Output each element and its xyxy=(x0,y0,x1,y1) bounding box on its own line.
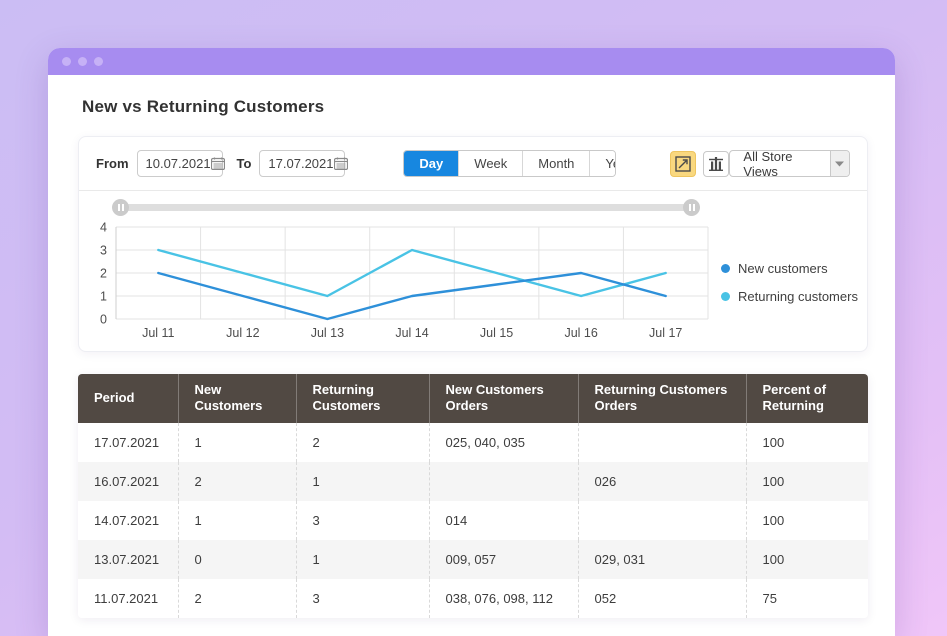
table-cell: 014 xyxy=(429,501,578,540)
table-row: 17.07.202112025, 040, 035 100 xyxy=(78,423,868,462)
to-label: To xyxy=(237,156,252,171)
period-button-year[interactable]: Year xyxy=(589,151,616,176)
table-cell: 14.07.2021 xyxy=(78,501,178,540)
from-date-input[interactable]: 10.07.2021 xyxy=(137,150,223,177)
svg-text:Jul 14: Jul 14 xyxy=(395,326,428,340)
period-button-month[interactable]: Month xyxy=(522,151,589,176)
window-dot xyxy=(62,57,71,66)
legend-item: Returning customers xyxy=(721,289,858,304)
svg-text:Jul 13: Jul 13 xyxy=(311,326,344,340)
table-cell xyxy=(429,462,578,501)
table-cell: 052 xyxy=(578,579,746,618)
svg-text:Jul 15: Jul 15 xyxy=(480,326,513,340)
to-date-input[interactable]: 17.07.2021 xyxy=(259,150,345,177)
svg-text:4: 4 xyxy=(100,221,107,235)
page-title: New vs Returning Customers xyxy=(82,97,895,117)
app-window: New vs Returning Customers From 10.07.20… xyxy=(48,48,895,636)
column-header: Percent of Returning xyxy=(746,374,868,423)
chart-legend: New customers Returning customers xyxy=(721,219,858,341)
table-row: 13.07.202101009, 057029, 031100 xyxy=(78,540,868,579)
svg-text:Jul 16: Jul 16 xyxy=(564,326,597,340)
table-cell: 100 xyxy=(746,462,868,501)
table-row: 16.07.202121 026100 xyxy=(78,462,868,501)
table-cell: 100 xyxy=(746,423,868,462)
period-button-day[interactable]: Day xyxy=(404,151,458,176)
calendar-icon[interactable] xyxy=(211,157,225,170)
chart-range-slider[interactable] xyxy=(114,204,698,211)
bar-chart-button[interactable] xyxy=(703,151,729,177)
period-button-week[interactable]: Week xyxy=(458,151,522,176)
table-cell: 11.07.2021 xyxy=(78,579,178,618)
legend-dot-icon xyxy=(721,292,730,301)
table-cell: 16.07.2021 xyxy=(78,462,178,501)
legend-dot-icon xyxy=(721,264,730,273)
line-chart-icon xyxy=(675,156,691,172)
table-cell xyxy=(578,501,746,540)
from-label: From xyxy=(96,156,129,171)
filter-toolbar: From 10.07.2021 To 17.07.2021 DayWeekMon… xyxy=(79,137,867,191)
table-cell: 1 xyxy=(296,462,429,501)
table-cell xyxy=(578,423,746,462)
table-cell: 1 xyxy=(178,501,296,540)
slider-handle-left[interactable] xyxy=(112,199,129,216)
window-dot xyxy=(78,57,87,66)
chart-type-switcher xyxy=(670,151,729,177)
table-cell: 2 xyxy=(178,579,296,618)
table-cell: 0 xyxy=(178,540,296,579)
store-views-value: All Store Views xyxy=(730,151,829,176)
window-dot xyxy=(94,57,103,66)
table-cell: 75 xyxy=(746,579,868,618)
line-chart: 0 1 2 3 4 Jul 11 Jul 12 Jul 13 Jul 14 Jul 15 Jul 1… xyxy=(94,219,711,341)
table-cell: 026 xyxy=(578,462,746,501)
table-cell: 2 xyxy=(178,462,296,501)
svg-text:3: 3 xyxy=(100,244,107,258)
svg-text:Jul 11: Jul 11 xyxy=(142,326,174,340)
calendar-icon[interactable] xyxy=(334,157,348,170)
column-header: New Customers xyxy=(178,374,296,423)
svg-text:0: 0 xyxy=(100,313,107,327)
period-segmented-control: DayWeekMonthYear xyxy=(403,150,616,177)
legend-label: Returning customers xyxy=(738,289,858,304)
customers-report-table: PeriodNew CustomersReturning CustomersNe… xyxy=(78,374,868,618)
svg-text:2: 2 xyxy=(100,267,107,281)
from-date-value: 10.07.2021 xyxy=(146,156,211,171)
report-table-card: PeriodNew CustomersReturning CustomersNe… xyxy=(78,374,868,618)
column-header: Period xyxy=(78,374,178,423)
column-header: Returning Customers xyxy=(296,374,429,423)
line-chart-button[interactable] xyxy=(670,151,696,177)
table-cell: 17.07.2021 xyxy=(78,423,178,462)
svg-text:Jul 17: Jul 17 xyxy=(649,326,682,340)
legend-label: New customers xyxy=(738,261,828,276)
table-cell: 100 xyxy=(746,540,868,579)
table-cell: 100 xyxy=(746,501,868,540)
table-cell: 038, 076, 098, 112 xyxy=(429,579,578,618)
slider-handle-right[interactable] xyxy=(683,199,700,216)
table-cell: 2 xyxy=(296,423,429,462)
svg-text:1: 1 xyxy=(100,290,107,304)
column-header: New Customers Orders xyxy=(429,374,578,423)
column-header: Returning Customers Orders xyxy=(578,374,746,423)
table-row: 14.07.202113014 100 xyxy=(78,501,868,540)
table-cell: 009, 057 xyxy=(429,540,578,579)
chart-section: 0 1 2 3 4 Jul 11 Jul 12 Jul 13 Jul 14 Jul 15 Jul 1… xyxy=(79,191,867,351)
to-date-value: 17.07.2021 xyxy=(268,156,333,171)
table-cell: 13.07.2021 xyxy=(78,540,178,579)
table-cell: 3 xyxy=(296,501,429,540)
table-cell: 029, 031 xyxy=(578,540,746,579)
store-views-dropdown[interactable]: All Store Views xyxy=(729,150,850,177)
svg-text:Jul 12: Jul 12 xyxy=(226,326,259,340)
table-header-row: PeriodNew CustomersReturning CustomersNe… xyxy=(78,374,868,423)
table-cell: 1 xyxy=(178,423,296,462)
table-cell: 3 xyxy=(296,579,429,618)
chevron-down-icon[interactable] xyxy=(830,151,849,176)
legend-item: New customers xyxy=(721,261,858,276)
bar-chart-icon xyxy=(708,156,724,172)
window-titlebar xyxy=(48,48,895,75)
table-cell: 025, 040, 035 xyxy=(429,423,578,462)
chart-card: From 10.07.2021 To 17.07.2021 DayWeekMon… xyxy=(78,136,868,352)
table-row: 11.07.202123038, 076, 098, 11205275 xyxy=(78,579,868,618)
table-cell: 1 xyxy=(296,540,429,579)
